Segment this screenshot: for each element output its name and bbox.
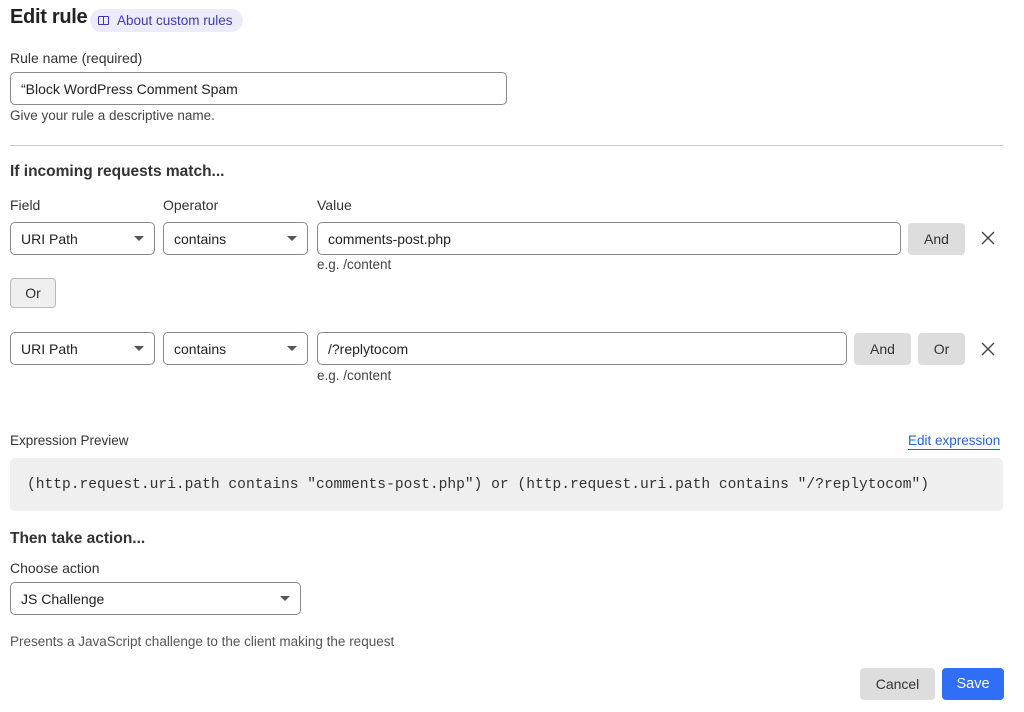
condition-1-operator-select[interactable]: contains (163, 222, 308, 255)
condition-1-value-text: comments-post.php (328, 230, 451, 247)
action-heading: Then take action... (10, 530, 146, 547)
condition-2-operator-value: contains (174, 340, 227, 357)
chevron-down-icon (134, 236, 144, 241)
rule-name-value: “Block WordPress Comment Spam (21, 80, 238, 97)
condition-2-value-input[interactable]: /?replytocom (317, 332, 847, 365)
condition-1-operator-value: contains (174, 230, 227, 247)
chevron-down-icon (280, 596, 290, 601)
match-heading: If incoming requests match... (10, 163, 225, 180)
edit-expression-link[interactable]: Edit expression (908, 433, 1001, 450)
condition-1-and-button[interactable]: And (908, 223, 965, 255)
expression-code-text: (http.request.uri.path contains "comment… (27, 476, 930, 493)
about-custom-rules-label: About custom rules (117, 13, 233, 28)
chevron-down-icon (287, 346, 297, 351)
condition-1-value-input[interactable]: comments-post.php (317, 222, 901, 255)
expression-preview-code: (http.request.uri.path contains "comment… (10, 458, 1003, 511)
condition-2-field-value: URI Path (21, 340, 78, 357)
condition-2-or-button[interactable]: Or (918, 333, 965, 365)
condition-2-and-button[interactable]: And (854, 333, 911, 365)
condition-1-field-value: URI Path (21, 230, 78, 247)
choose-action-label: Choose action (10, 560, 100, 576)
book-icon (98, 16, 109, 25)
rule-name-input[interactable]: “Block WordPress Comment Spam (10, 72, 507, 105)
chevron-down-icon (134, 346, 144, 351)
condition-1-field-select[interactable]: URI Path (10, 222, 155, 255)
action-description: Presents a JavaScript challenge to the c… (10, 634, 395, 649)
condition-2-remove-icon[interactable] (979, 340, 997, 358)
page-title: Edit rule (10, 6, 88, 28)
about-custom-rules-link[interactable]: About custom rules (90, 9, 243, 32)
action-select-value: JS Challenge (21, 590, 105, 607)
condition-2-hint: e.g. /content (317, 368, 392, 383)
condition-2-field-select[interactable]: URI Path (10, 332, 155, 365)
chevron-down-icon (287, 236, 297, 241)
add-or-group-button[interactable]: Or (10, 278, 56, 308)
cancel-button[interactable]: Cancel (860, 668, 935, 700)
save-button[interactable]: Save (942, 668, 1004, 700)
rule-name-label: Rule name (required) (10, 50, 143, 66)
condition-2-operator-select[interactable]: contains (163, 332, 308, 365)
condition-1-remove-icon[interactable] (979, 229, 997, 247)
action-select[interactable]: JS Challenge (10, 582, 301, 615)
expression-preview-label: Expression Preview (10, 433, 129, 448)
section-divider (10, 145, 1003, 146)
value-column-label: Value (317, 197, 352, 213)
condition-1-hint: e.g. /content (317, 257, 392, 272)
rule-name-hint: Give your rule a descriptive name. (10, 108, 215, 123)
field-column-label: Field (10, 197, 41, 213)
operator-column-label: Operator (163, 197, 219, 213)
condition-2-value-text: /?replytocom (328, 340, 409, 357)
